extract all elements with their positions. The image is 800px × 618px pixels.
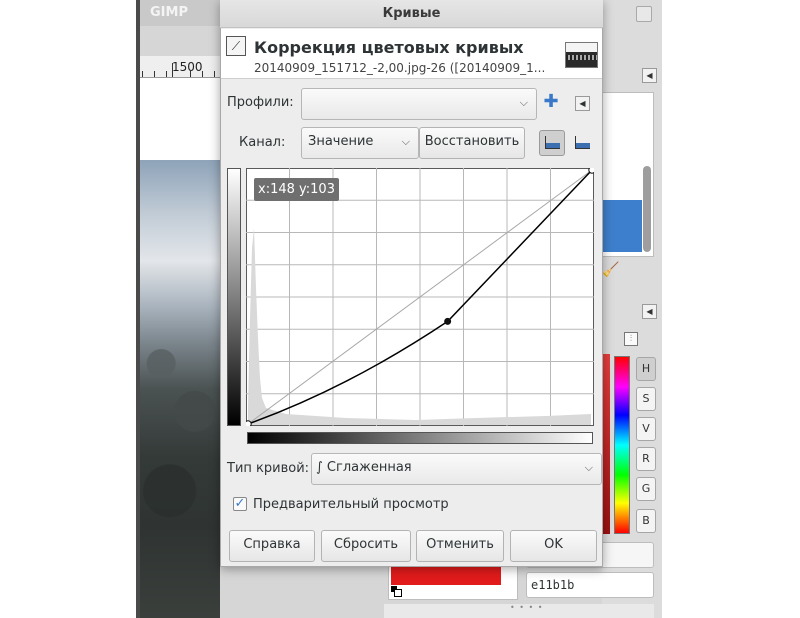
window-edge: [136, 0, 140, 618]
cancel-button[interactable]: Отменить: [416, 530, 504, 562]
header-subtitle: 20140909_151712_-2,00.jpg-26 ([20140909_…: [254, 61, 546, 75]
hex-color-input[interactable]: e11b1b: [526, 572, 654, 598]
log-histogram-icon[interactable]: [569, 130, 595, 156]
profiles-menu-arrow-icon[interactable]: ◀: [575, 96, 590, 111]
chevron-down-icon: ⌵: [519, 96, 528, 109]
add-profile-icon[interactable]: ✚: [539, 90, 563, 114]
layers-scrollbar[interactable]: [643, 166, 651, 252]
curve-type-label: Тип кривой:: [227, 461, 310, 476]
brush-icon[interactable]: 🧹: [602, 262, 619, 278]
horizontal-gradient-bar: [247, 432, 593, 444]
curve-control-point[interactable]: [246, 420, 252, 426]
ruler-label: 1500: [172, 60, 203, 74]
selected-layer-row[interactable]: [602, 200, 642, 252]
vertical-gradient-bar: [227, 168, 241, 426]
preview-checkbox[interactable]: ✓: [233, 497, 247, 511]
default-colors-icon[interactable]: [391, 586, 402, 597]
channel-r-button[interactable]: R: [636, 447, 656, 471]
profiles-combo[interactable]: ⌵: [301, 88, 537, 120]
restore-channel-button[interactable]: Восстановить: [419, 127, 525, 159]
smooth-curve-icon: ∫: [316, 460, 323, 475]
canvas-area[interactable]: [136, 78, 220, 162]
channel-h-button[interactable]: H: [636, 357, 656, 381]
header-title: Коррекция цветовых кривых: [254, 38, 524, 57]
ok-button[interactable]: OK: [510, 530, 597, 562]
linear-histogram-icon[interactable]: [539, 130, 565, 156]
dialog-title: Кривые: [382, 6, 441, 21]
color-value-strip[interactable]: [602, 354, 610, 534]
help-button[interactable]: Справка: [229, 530, 315, 562]
image-foliage: [136, 300, 220, 618]
gimp-title: GIMP: [150, 5, 188, 20]
chevron-down-icon: ⌵: [584, 461, 593, 474]
channel-v-button[interactable]: V: [636, 417, 656, 441]
panel-grip-icon[interactable]: • • • •: [510, 603, 544, 612]
chevron-down-icon: ⌵: [401, 135, 410, 148]
colors-menu-arrow-icon[interactable]: ◀: [642, 304, 657, 319]
curve-type-value: Сглаженная: [326, 460, 412, 475]
curve-control-point[interactable]: [444, 317, 452, 325]
minimize-icon[interactable]: [636, 6, 652, 22]
channel-s-button[interactable]: S: [636, 387, 656, 411]
channel-combo[interactable]: Значение ⌵: [301, 127, 419, 159]
channel-label: Канал:: [239, 135, 286, 150]
preview-label[interactable]: Предварительный просмотр: [253, 497, 449, 512]
channel-value: Значение: [308, 134, 374, 149]
hue-slider[interactable]: [614, 356, 630, 534]
profiles-label: Профили:: [227, 95, 294, 110]
channel-g-button[interactable]: G: [636, 477, 656, 501]
curve-graph[interactable]: [246, 168, 594, 426]
curve-control-point[interactable]: [588, 168, 594, 174]
foreground-color-swatch[interactable]: [391, 565, 501, 585]
thumbnail-trees: [566, 55, 597, 60]
curves-tool-icon: ⟋: [226, 36, 246, 56]
curve-type-combo[interactable]: ∫ Сглаженная ⌵: [311, 453, 602, 485]
panel-menu-arrow-icon[interactable]: ◀: [642, 68, 657, 83]
sliders-icon[interactable]: ⫶: [624, 332, 638, 346]
coordinate-readout: x:148 y:103: [254, 178, 339, 201]
channel-b-button[interactable]: B: [636, 509, 656, 533]
reset-button[interactable]: Сбросить: [321, 530, 411, 562]
